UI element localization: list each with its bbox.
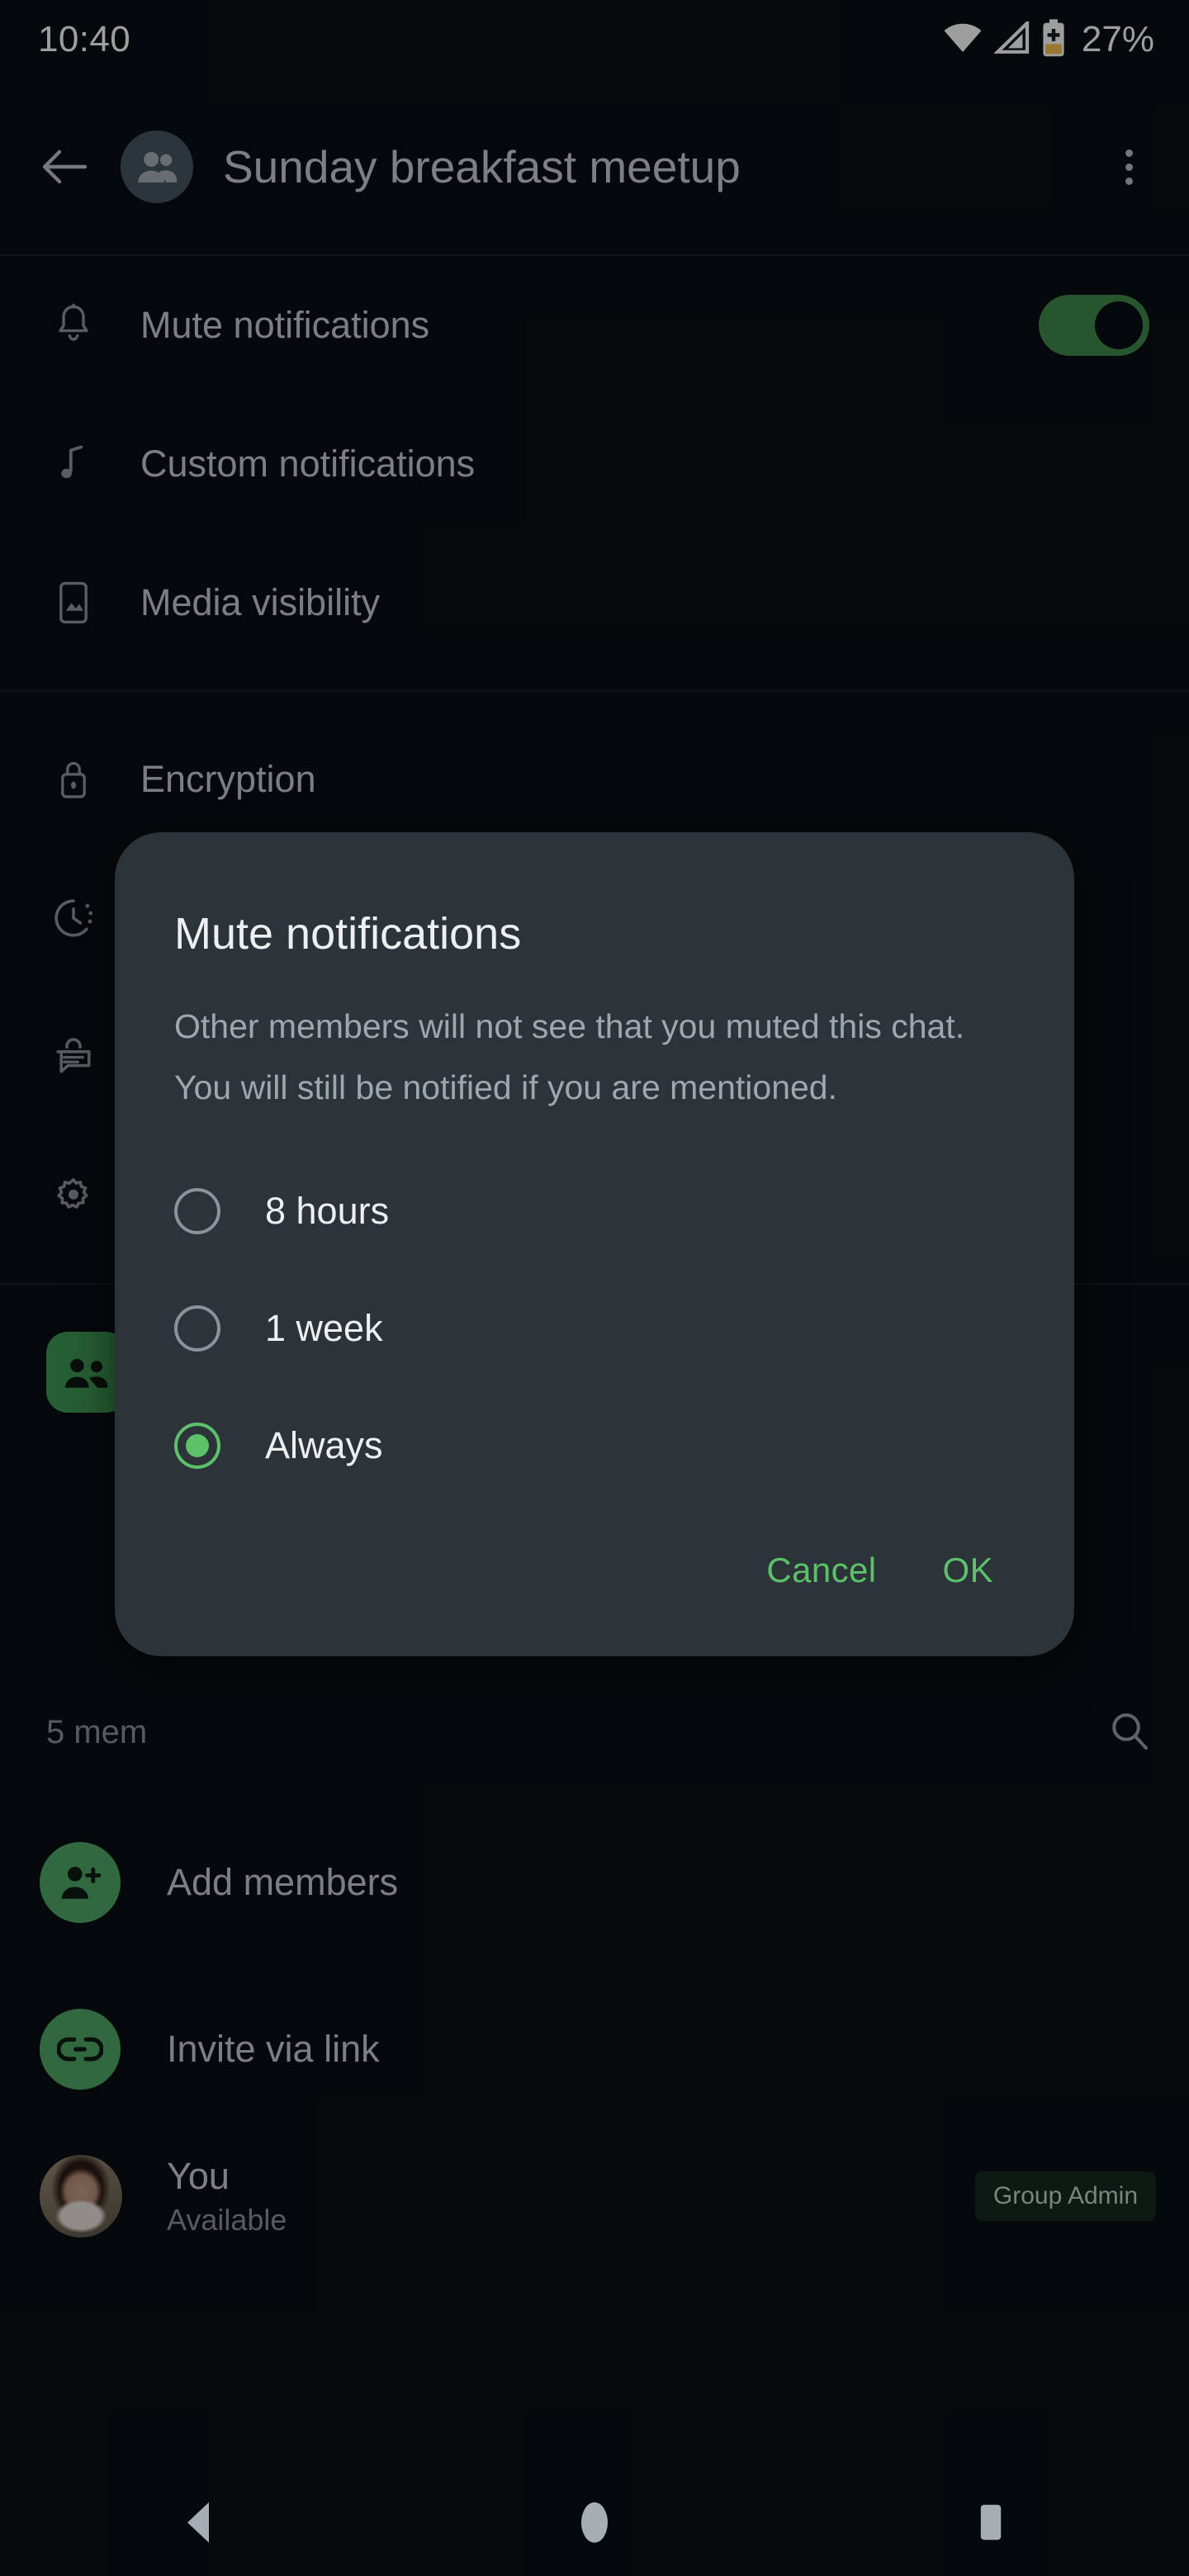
radio-button-icon[interactable]: [174, 1305, 220, 1352]
member-action-add-members[interactable]: Add members: [0, 1800, 1189, 1965]
cellular-signal-icon: [993, 18, 1030, 59]
music-note-icon: [46, 442, 101, 486]
settings-row-label: Encryption: [140, 758, 316, 800]
link-icon: [40, 2009, 121, 2090]
mute-notifications-toggle[interactable]: [1039, 295, 1149, 356]
radio-button-selected-icon[interactable]: [174, 1423, 220, 1469]
member-action-invite-via-link[interactable]: Invite via link: [0, 1967, 1189, 2132]
app-bar: Sunday breakfast meetup: [0, 79, 1189, 254]
dialog-option-8-hours[interactable]: 8 hours: [115, 1153, 1074, 1270]
radio-button-icon[interactable]: [174, 1188, 220, 1234]
members-count-label: 5 mem: [46, 1713, 148, 1750]
locked-chat-icon: [46, 1036, 101, 1077]
nav-recents-icon[interactable]: [917, 2469, 1065, 2576]
lock-icon: [46, 757, 101, 802]
settings-row-mute-notifications[interactable]: Mute notifications: [0, 256, 1189, 395]
dialog-option-always[interactable]: Always: [115, 1387, 1074, 1504]
mute-notifications-dialog: Mute notifications Other members will no…: [115, 832, 1074, 1656]
avatar: [40, 2155, 122, 2237]
status-badge: Group Admin: [974, 2171, 1156, 2221]
member-name: You: [167, 2155, 230, 2197]
member-action-label: Invite via link: [167, 2028, 380, 2070]
group-avatar-icon[interactable]: [121, 130, 193, 203]
settings-row-label: Mute notifications: [140, 304, 430, 346]
status-time: 10:40: [38, 19, 131, 59]
status-bar: 10:40 27%: [0, 0, 1189, 79]
members-section-header: 5 mem: [0, 1693, 1189, 1772]
nav-home-icon[interactable]: [520, 2469, 669, 2576]
radio-inner-dot: [186, 1434, 209, 1457]
settings-row-encryption[interactable]: Encryption: [0, 710, 1189, 849]
cancel-button[interactable]: Cancel: [738, 1534, 904, 1607]
add-person-icon: [40, 1842, 121, 1923]
dialog-option-1-week[interactable]: 1 week: [115, 1270, 1074, 1387]
bell-icon: [46, 303, 101, 348]
search-icon[interactable]: [1108, 1709, 1151, 1756]
battery-saver-icon: [1041, 18, 1066, 61]
media-image-icon: [46, 580, 101, 625]
overflow-dot: [1125, 163, 1133, 171]
settings-row-label: Media visibility: [140, 581, 381, 623]
toggle-knob: [1095, 301, 1143, 349]
dialog-option-label: 8 hours: [265, 1190, 390, 1232]
member-action-label: Add members: [167, 1861, 399, 1903]
member-row-you[interactable]: You Available Group Admin: [0, 2122, 1189, 2271]
battery-percent: 27%: [1081, 19, 1154, 59]
dialog-option-label: 1 week: [265, 1307, 383, 1349]
overflow-dot: [1125, 149, 1133, 157]
dialog-option-label: Always: [265, 1424, 383, 1466]
overflow-menu-icon[interactable]: [1100, 130, 1158, 203]
overflow-dot: [1125, 177, 1133, 185]
member-text: You Available: [167, 2155, 975, 2237]
dialog-actions: Cancel OK: [115, 1504, 1074, 1636]
back-arrow-icon[interactable]: [33, 135, 96, 198]
settings-row-custom-notifications[interactable]: Custom notifications: [0, 395, 1189, 533]
wifi-icon: [942, 21, 983, 59]
gear-icon: [46, 1174, 101, 1217]
page-title: Sunday breakfast meetup: [223, 141, 741, 192]
dialog-options: 8 hours 1 week Always: [115, 1118, 1074, 1504]
dialog-body: Other members will not see that you mute…: [174, 1007, 965, 1106]
settings-row-label: Custom notifications: [140, 443, 476, 485]
android-nav-bar: [0, 2469, 1189, 2576]
member-status: Available: [167, 2203, 287, 2237]
dialog-title: Mute notifications: [174, 909, 522, 959]
phone-screen: 10:40 27% Sunday breakfast meetup Mute n…: [0, 0, 1189, 2576]
nav-back-icon[interactable]: [124, 2469, 272, 2576]
settings-divider: [0, 690, 1189, 692]
disappearing-timer-icon: [46, 897, 101, 940]
settings-row-media-visibility[interactable]: Media visibility: [0, 533, 1189, 672]
status-icons: 27%: [942, 18, 1154, 61]
ok-button[interactable]: OK: [915, 1534, 1021, 1607]
